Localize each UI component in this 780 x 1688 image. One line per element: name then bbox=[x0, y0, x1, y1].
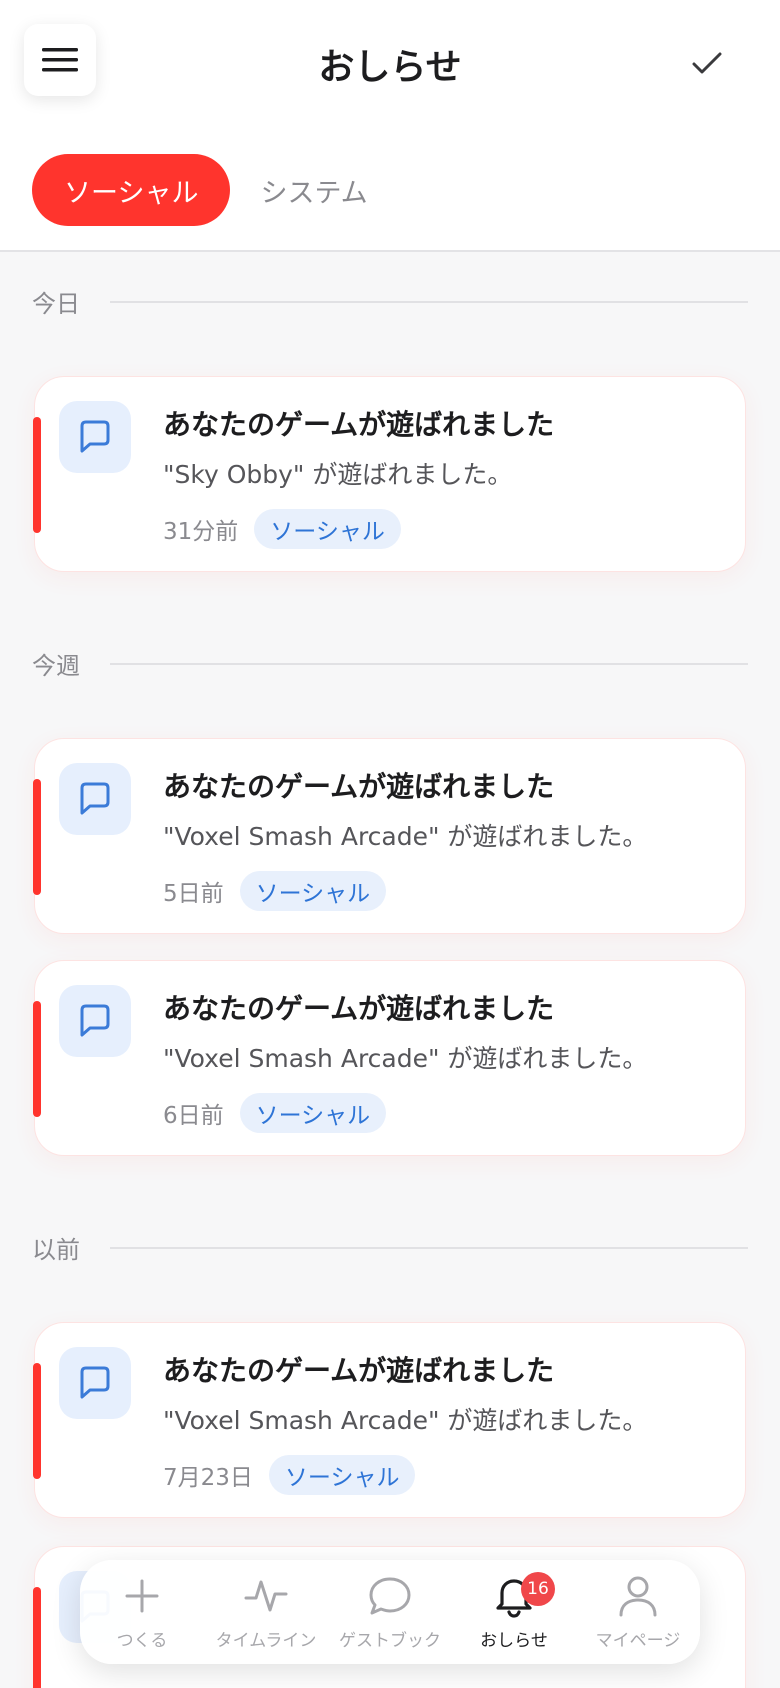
tab-system[interactable]: システム bbox=[250, 154, 377, 226]
chat-bubble-icon bbox=[80, 782, 110, 815]
plus-icon bbox=[120, 1574, 164, 1618]
section-header-earlier: 以前 bbox=[32, 1230, 748, 1265]
nav-label: マイページ bbox=[595, 1630, 681, 1651]
notification-title: あなたのゲームが遊ばれました bbox=[163, 992, 555, 1025]
divider bbox=[110, 1246, 748, 1249]
notification-icon-box bbox=[59, 763, 131, 835]
notifications-screen: おしらせ ソーシャル システム 今日 あなたのゲームが遊ばれました "Sky O… bbox=[0, 0, 780, 1688]
notification-time: 7月23日 bbox=[163, 1465, 253, 1491]
category-chip: ソーシャル bbox=[254, 509, 401, 549]
notification-title: あなたのゲームが遊ばれました bbox=[163, 408, 555, 441]
nav-item-timeline[interactable]: タイムライン bbox=[207, 1562, 325, 1662]
unread-indicator bbox=[33, 417, 41, 533]
activity-pulse-icon bbox=[244, 1574, 288, 1618]
unread-indicator bbox=[33, 779, 41, 895]
unread-indicator bbox=[33, 1001, 41, 1117]
notification-title: あなたのゲームが遊ばれました bbox=[163, 1354, 555, 1387]
notification-icon-box bbox=[59, 1347, 131, 1419]
bottom-navigation: つくる タイムライン ゲストブック 16 おしらせ マイページ bbox=[80, 1560, 700, 1664]
notification-card[interactable]: あなたのゲームが遊ばれました "Voxel Smash Arcade" が遊ばれ… bbox=[33, 960, 746, 1156]
category-chip: ソーシャル bbox=[239, 871, 387, 911]
nav-item-notifications[interactable]: 16 おしらせ bbox=[455, 1562, 573, 1662]
notification-card[interactable]: あなたのゲームが遊ばれました "Voxel Smash Arcade" が遊ばれ… bbox=[33, 738, 746, 934]
divider bbox=[110, 300, 748, 303]
chat-bubble-icon bbox=[80, 1004, 110, 1037]
nav-label: タイムライン bbox=[215, 1630, 317, 1651]
nav-label: ゲストブック bbox=[339, 1630, 441, 1651]
notification-title: あなたのゲームが遊ばれました bbox=[163, 770, 555, 803]
page-title: おしらせ bbox=[318, 47, 462, 88]
notification-meta: 6日前 ソーシャル bbox=[163, 1093, 387, 1133]
nav-item-create[interactable]: つくる bbox=[83, 1562, 201, 1662]
tab-social[interactable]: ソーシャル bbox=[32, 154, 231, 226]
notification-time: 6日前 bbox=[163, 1103, 224, 1129]
notification-time: 5日前 bbox=[163, 881, 224, 907]
notification-body: "Voxel Smash Arcade" が遊ばれました。 bbox=[163, 1406, 648, 1435]
notification-meta: 5日前 ソーシャル bbox=[163, 871, 387, 911]
nav-label: おしらせ bbox=[480, 1630, 548, 1651]
unread-indicator bbox=[33, 1363, 41, 1479]
notification-meta: 31分前 ソーシャル bbox=[163, 509, 401, 549]
user-icon bbox=[616, 1574, 660, 1618]
section-label: 今日 bbox=[32, 290, 80, 318]
nav-label: つくる bbox=[116, 1630, 168, 1651]
notification-card[interactable]: あなたのゲームが遊ばれました "Sky Obby" が遊ばれました。 31分前 … bbox=[33, 376, 746, 572]
category-chip: ソーシャル bbox=[268, 1455, 416, 1495]
nav-item-mypage[interactable]: マイページ bbox=[579, 1562, 697, 1662]
section-label: 以前 bbox=[32, 1236, 80, 1264]
unread-indicator bbox=[33, 1587, 41, 1688]
divider bbox=[110, 662, 748, 665]
notification-body: "Voxel Smash Arcade" が遊ばれました。 bbox=[163, 1044, 648, 1073]
notification-meta: 7月23日 ソーシャル bbox=[163, 1455, 416, 1495]
header: おしらせ ソーシャル システム bbox=[0, 0, 780, 252]
chat-bubble-icon bbox=[80, 420, 110, 453]
category-chip: ソーシャル bbox=[239, 1093, 387, 1133]
notification-body: "Voxel Smash Arcade" が遊ばれました。 bbox=[163, 822, 648, 851]
section-header-this-week: 今週 bbox=[32, 646, 748, 681]
notification-time: 31分前 bbox=[163, 519, 239, 545]
nav-item-guestbook[interactable]: ゲストブック bbox=[331, 1562, 449, 1662]
checkmark-icon bbox=[692, 52, 722, 74]
notification-count-badge: 16 bbox=[521, 1572, 555, 1606]
section-label: 今週 bbox=[32, 652, 80, 680]
notification-icon-box bbox=[59, 401, 131, 473]
section-header-today: 今日 bbox=[32, 284, 748, 319]
notification-body: "Sky Obby" が遊ばれました。 bbox=[163, 460, 513, 489]
notification-card[interactable]: あなたのゲームが遊ばれました "Voxel Smash Arcade" が遊ばれ… bbox=[33, 1322, 746, 1518]
tab-bar: ソーシャル システム bbox=[32, 154, 378, 226]
mark-all-read-button[interactable] bbox=[686, 42, 728, 84]
chat-bubble-icon bbox=[80, 1366, 110, 1399]
notification-icon-box bbox=[59, 985, 131, 1057]
chat-bubble-icon bbox=[368, 1574, 412, 1618]
